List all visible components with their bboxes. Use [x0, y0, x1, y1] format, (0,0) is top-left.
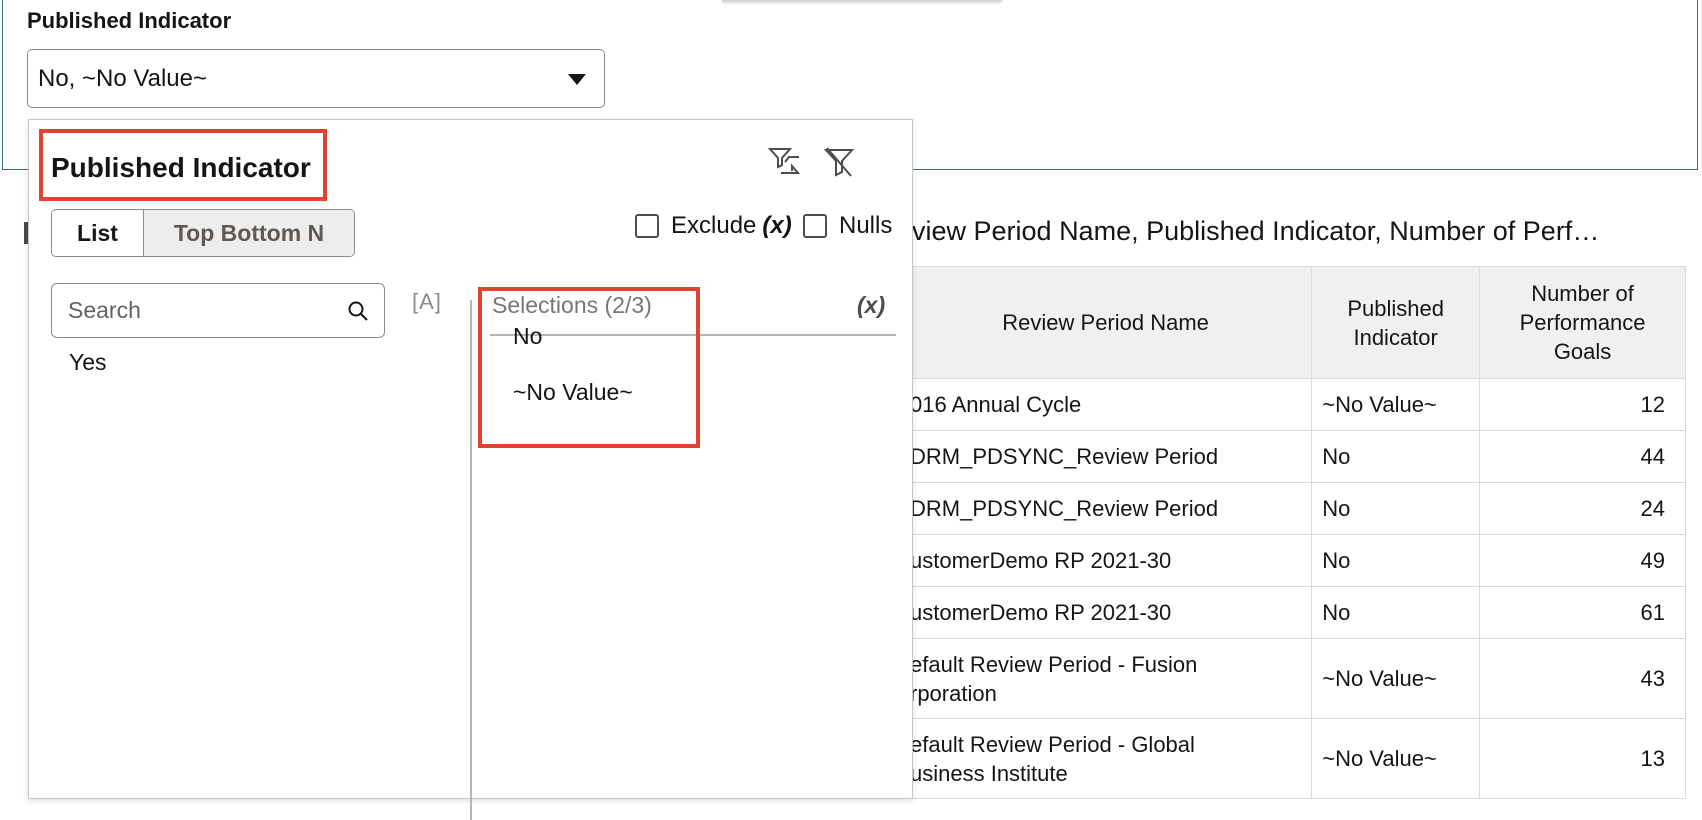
- exclude-checkbox[interactable]: [635, 214, 659, 238]
- table-cell: ustomerDemo RP 2021-30: [900, 586, 1313, 639]
- table-cell: 12: [1479, 378, 1686, 431]
- selections-highlight-box: [478, 287, 700, 448]
- nulls-checkbox[interactable]: [803, 214, 827, 238]
- match-case-toggle[interactable]: [A]: [412, 289, 442, 315]
- table-header-row: Review Period Name Published Indicator N…: [900, 266, 1686, 379]
- table-cell: ~No Value~: [1311, 638, 1481, 719]
- table-cell: No: [1311, 482, 1481, 535]
- prompt-selected-value: No, ~No Value~: [38, 64, 207, 92]
- table-row: 016 Annual Cycle ~No Value~ 12: [900, 378, 1686, 431]
- table-cell: efault Review Period - Fusion rporation: [900, 638, 1313, 719]
- table-row: ustomerDemo RP 2021-30 No 49: [900, 534, 1686, 587]
- table-cell: ~No Value~: [1311, 378, 1481, 431]
- nulls-label: Nulls: [839, 212, 893, 239]
- top-tab-edge: [722, 0, 1002, 2]
- table-cell: DRM_PDSYNC_Review Period: [900, 430, 1313, 483]
- column-header[interactable]: Published Indicator: [1311, 266, 1481, 379]
- search-placeholder: Search: [68, 297, 141, 323]
- table-row: ustomerDemo RP 2021-30 No 61: [900, 586, 1686, 639]
- table-cell: 13: [1479, 718, 1686, 799]
- clear-selections-button[interactable]: (x): [857, 292, 885, 319]
- table-cell: No: [1311, 430, 1481, 483]
- table-cell: No: [1311, 586, 1481, 639]
- exclude-option[interactable]: Exclude (x): [635, 212, 792, 240]
- column-header[interactable]: Number of Performance Goals: [1479, 266, 1686, 379]
- table-row: efault Review Period - Fusion rporation ~N…: [900, 638, 1686, 719]
- report-table: Review Period Name Published Indicator N…: [900, 266, 1686, 799]
- table-cell: No: [1311, 534, 1481, 587]
- tab-top-bottom-n[interactable]: Top Bottom N: [144, 210, 354, 256]
- exclude-label: Exclude: [671, 212, 757, 239]
- table-cell: 61: [1479, 586, 1686, 639]
- published-indicator-select[interactable]: No, ~No Value~: [27, 49, 605, 108]
- table-cell: 016 Annual Cycle: [900, 378, 1313, 431]
- column-header[interactable]: Review Period Name: [900, 266, 1313, 379]
- table-cell: 44: [1479, 430, 1686, 483]
- filter-refresh-icon: [767, 148, 801, 174]
- table-cell: ustomerDemo RP 2021-30: [900, 534, 1313, 587]
- list-item[interactable]: Yes: [69, 349, 107, 376]
- report-title: view Period Name, Published Indicator, N…: [912, 216, 1600, 246]
- table-cell: DRM_PDSYNC_Review Period: [900, 482, 1313, 535]
- search-icon: [348, 301, 368, 321]
- nulls-option[interactable]: Nulls: [803, 212, 892, 240]
- table-cell: ~No Value~: [1311, 718, 1481, 799]
- table-cell: efault Review Period - Global usiness Ins…: [900, 718, 1313, 799]
- title-highlight-box: [39, 129, 327, 201]
- mode-toggle: List Top Bottom N: [51, 209, 355, 257]
- table-row: DRM_PDSYNC_Review Period No 44: [900, 430, 1686, 483]
- filter-popup: Published Indicator List Top Bottom N Ex…: [28, 119, 913, 820]
- table-cell: 43: [1479, 638, 1686, 719]
- filter-clear-icon: [823, 147, 855, 177]
- column-divider: [470, 300, 472, 820]
- table-cell: 49: [1479, 534, 1686, 587]
- search-input[interactable]: Search: [51, 283, 385, 338]
- clear-filter-button[interactable]: [819, 142, 859, 182]
- table-row: efault Review Period - Global usiness Ins…: [900, 718, 1686, 799]
- filter-options-button[interactable]: [764, 142, 804, 182]
- table-cell: 24: [1479, 482, 1686, 535]
- exclude-suffix: (x): [762, 212, 792, 239]
- caret-down-icon: [568, 74, 586, 85]
- prompt-label: Published Indicator: [27, 8, 232, 33]
- tab-list[interactable]: List: [52, 210, 144, 256]
- table-row: DRM_PDSYNC_Review Period No 24: [900, 482, 1686, 535]
